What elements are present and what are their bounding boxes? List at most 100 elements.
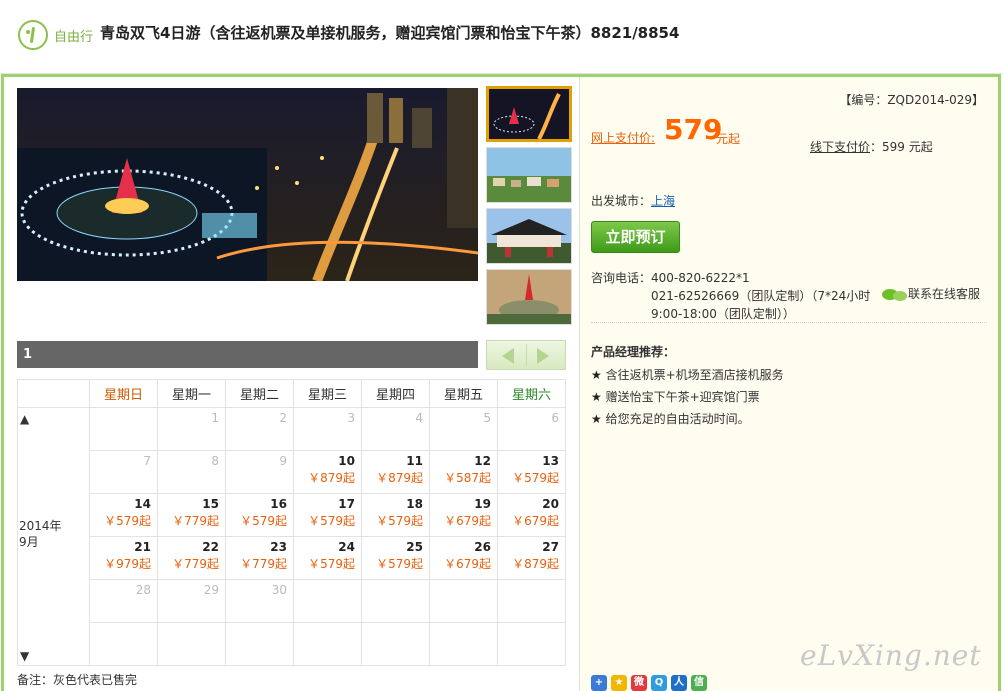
day-number: 30 xyxy=(271,583,287,597)
book-now-button[interactable]: 立即预订 xyxy=(591,221,680,253)
day-number: 25 xyxy=(406,540,423,554)
wechat-icon[interactable]: 信 xyxy=(691,675,707,691)
calendar-day-cell xyxy=(429,622,498,666)
next-month-icon[interactable]: ▼ xyxy=(20,649,29,663)
offline-price-value: ：599 元起 xyxy=(870,140,933,154)
calendar-day-cell xyxy=(89,407,158,451)
day-price: ￥579起 xyxy=(512,471,559,485)
weibo-icon[interactable]: 微 xyxy=(631,675,647,691)
day-price: ￥579起 xyxy=(376,514,423,528)
day-number: 27 xyxy=(542,540,559,554)
day-price: ￥779起 xyxy=(240,557,287,571)
calendar-day-cell[interactable]: 24 ￥579起 xyxy=(293,536,362,580)
calendar-day-cell[interactable]: 17 ￥579起 xyxy=(293,493,362,537)
calendar-day-cell: 9 xyxy=(225,450,294,494)
divider xyxy=(591,322,987,323)
online-service-label: 联系在线客服 xyxy=(908,287,981,301)
calendar-day-cell[interactable]: 15 ￥779起 xyxy=(157,493,226,537)
calendar-day-cell[interactable]: 19 ￥679起 xyxy=(429,493,498,537)
calendar-day-cell[interactable]: 13 ￥579起 xyxy=(497,450,566,494)
calendar-day-cell[interactable]: 22 ￥779起 xyxy=(157,536,226,580)
day-number: 7 xyxy=(143,454,151,468)
calendar-week-row xyxy=(18,622,566,666)
day-price: ￥879起 xyxy=(512,557,559,571)
month-year: 2014年 xyxy=(19,519,62,533)
plus-icon[interactable]: + xyxy=(591,675,607,691)
thumbnail-4[interactable] xyxy=(486,269,572,325)
online-service-link[interactable]: 联系在线客服 xyxy=(882,285,980,302)
calendar-day-cell[interactable]: 16 ￥579起 xyxy=(225,493,294,537)
prev-arrow-icon[interactable] xyxy=(502,348,514,364)
online-price-label[interactable]: 网上支付价: xyxy=(591,129,655,146)
recommend-title: 产品经理推荐： xyxy=(591,345,676,359)
day-number: 28 xyxy=(135,583,151,597)
thumbnail-strip xyxy=(486,86,574,330)
day-price: ￥679起 xyxy=(444,514,491,528)
offline-price: 线下支付价：599 元起 xyxy=(810,138,933,155)
calendar-day-cell xyxy=(225,622,294,666)
calendar-day-cell xyxy=(293,622,362,666)
calendar-day-cell xyxy=(89,622,158,666)
calendar-day-cell xyxy=(497,622,566,666)
star-icon[interactable]: ★ xyxy=(611,675,627,691)
calendar-day-cell[interactable]: 12 ￥587起 xyxy=(429,450,498,494)
day-number: 14 xyxy=(134,497,151,511)
calendar-day-cell: 2 xyxy=(225,407,294,451)
arrow-divider xyxy=(526,344,527,366)
day-number: 13 xyxy=(542,454,559,468)
contact-phones: 咨询电话：400-820-6222*1 021-62526669（团队定制）（7… xyxy=(591,269,870,323)
calendar-day-cell xyxy=(497,579,566,623)
calendar-week-row: ▲ 2014年 9月 ▼ 123456 xyxy=(17,407,566,666)
calendar-day-cell[interactable]: 18 ￥579起 xyxy=(361,493,430,537)
calendar-day-cell: 29 xyxy=(157,579,226,623)
calendar-day-cell xyxy=(293,579,362,623)
contact-phone-2: 021-62526669（团队定制）（7*24小时 xyxy=(651,289,871,303)
day-price: ￥579起 xyxy=(376,557,423,571)
right-column: 【编号：ZQD2014-029】 网上支付价: 579 元起 线下支付价：599… xyxy=(579,77,998,691)
calendar-day-cell[interactable]: 11 ￥879起 xyxy=(361,450,430,494)
calendar-day-cell[interactable]: 26 ￥679起 xyxy=(429,536,498,580)
thumbnail-1[interactable] xyxy=(486,86,572,142)
main-photo[interactable] xyxy=(17,88,478,281)
calendar-day-cell[interactable]: 21 ￥979起 xyxy=(89,536,158,580)
day-number: 1 xyxy=(211,411,219,425)
recommend-item: 给您充足的自由活动时间。 xyxy=(591,408,784,430)
calendar-day-cell: 6 xyxy=(497,407,566,451)
weekday-wed: 星期三 xyxy=(293,379,362,408)
product-frame: 1 星期日 星期一 星期二 星期三 星期四 星期五 星期六 ▲ 2014年 9月… xyxy=(1,74,1001,691)
calendar-day-cell[interactable]: 25 ￥579起 xyxy=(361,536,430,580)
calendar-week-row: 28 29 30 xyxy=(18,579,566,623)
calendar-day-cell[interactable]: 27 ￥879起 xyxy=(497,536,566,580)
contact-hours: 9:00-18:00（团队定制）） xyxy=(651,307,795,321)
day-price: ￥579起 xyxy=(104,514,151,528)
calendar-day-cell: 3 xyxy=(293,407,362,451)
next-arrow-icon[interactable] xyxy=(537,348,549,364)
offline-price-label[interactable]: 线下支付价 xyxy=(810,140,870,154)
renren-icon[interactable]: 人 xyxy=(671,675,687,691)
prev-month-icon[interactable]: ▲ xyxy=(20,412,29,426)
day-price: ￥579起 xyxy=(240,514,287,528)
thumbnail-2[interactable] xyxy=(486,147,572,203)
recommend-item: 含往返机票+机场至酒店接机服务 xyxy=(591,364,784,386)
day-number: 19 xyxy=(474,497,491,511)
left-column: 1 星期日 星期一 星期二 星期三 星期四 星期五 星期六 ▲ 2014年 9月… xyxy=(4,77,579,691)
thumbnail-3[interactable] xyxy=(486,208,572,264)
contact-phone-1: 400-820-6222*1 xyxy=(651,271,750,285)
qzone-icon[interactable]: Q xyxy=(651,675,667,691)
calendar-day-cell[interactable]: 20 ￥679起 xyxy=(497,493,566,537)
day-price: ￥679起 xyxy=(444,557,491,571)
chat-bubble-icon xyxy=(882,288,908,302)
day-number: 9 xyxy=(279,454,287,468)
departure-city-link[interactable]: 上海 xyxy=(651,194,675,208)
calendar-day-cell[interactable]: 14 ￥579起 xyxy=(89,493,158,537)
month-label: 2014年 9月 xyxy=(19,518,62,550)
calendar-week-row: 7 8 9 10 ￥879起 11 ￥879起 12 ￥587起 13 ￥579起 xyxy=(18,450,566,494)
day-number: 2 xyxy=(279,411,287,425)
weekday-tue: 星期二 xyxy=(225,379,294,408)
calendar-day-cell[interactable]: 10 ￥879起 xyxy=(293,450,362,494)
day-number: 21 xyxy=(134,540,151,554)
calendar-day-cell[interactable]: 23 ￥779起 xyxy=(225,536,294,580)
online-price: 579 xyxy=(664,113,723,146)
day-number: 11 xyxy=(406,454,423,468)
day-number: 22 xyxy=(202,540,219,554)
